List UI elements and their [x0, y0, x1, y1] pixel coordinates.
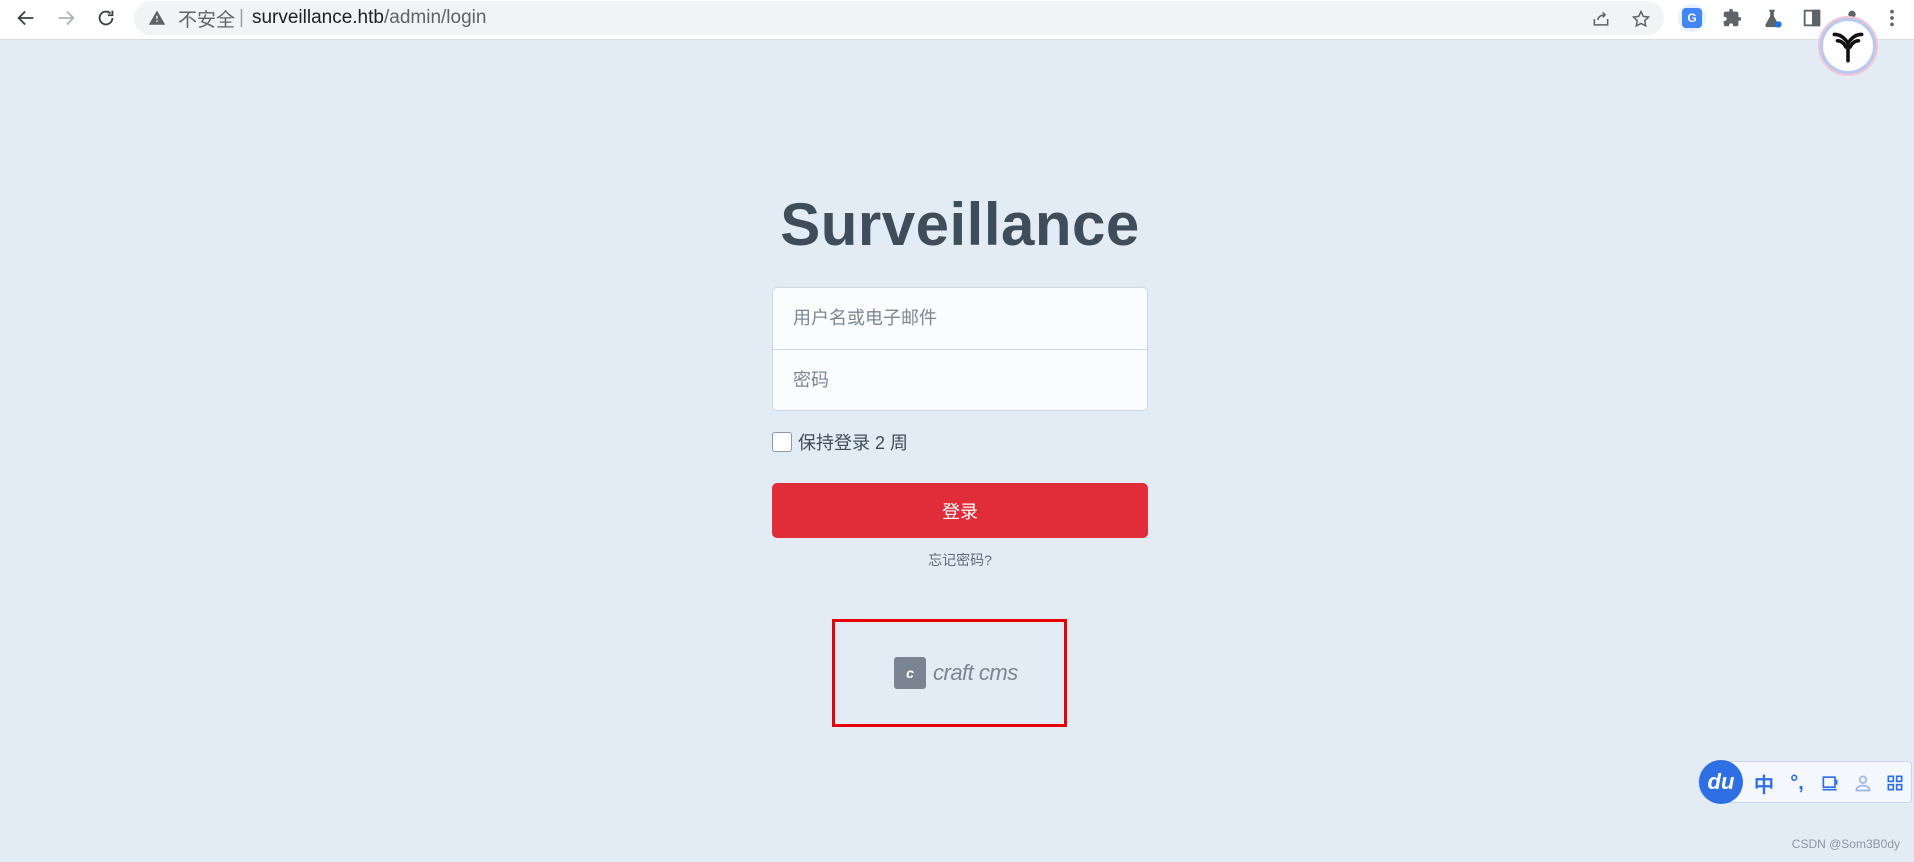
url-host: surveillance.htb	[251, 7, 384, 28]
craft-cms-logo[interactable]: c craft cms	[894, 657, 1018, 689]
ime-punctuation-toggle[interactable]: °,	[1784, 770, 1810, 796]
craft-logo-mark: c	[894, 657, 926, 689]
ime-brand-icon[interactable]: du	[1699, 760, 1743, 804]
separator: |	[239, 7, 244, 28]
ime-grid-icon[interactable]	[1882, 770, 1908, 796]
forgot-password-link[interactable]: 忘记密码?	[772, 550, 1148, 570]
page-title: Surveillance	[780, 191, 1140, 258]
browser-toolbar: 不安全 | surveillance.htb/admin/login G	[0, 0, 1914, 40]
password-input[interactable]	[773, 349, 1147, 410]
ime-mode-toggle[interactable]: 中	[1751, 770, 1777, 797]
menu-kebab-icon[interactable]	[1878, 4, 1906, 32]
ime-user-icon[interactable]	[1850, 770, 1876, 796]
puzzle-icon[interactable]	[1718, 4, 1746, 32]
remember-me[interactable]: 保持登录 2 周	[772, 430, 908, 454]
forward-icon[interactable]	[48, 0, 84, 36]
star-icon[interactable]	[1628, 6, 1654, 32]
floating-extension-icon[interactable]	[1820, 18, 1876, 74]
side-panel-icon[interactable]	[1798, 4, 1826, 32]
address-bar[interactable]: 不安全 | surveillance.htb/admin/login	[134, 1, 1664, 35]
remember-checkbox[interactable]	[772, 432, 792, 452]
login-button[interactable]: 登录	[772, 483, 1148, 538]
craft-logo-wordmark: craft cms	[933, 660, 1018, 685]
security-status[interactable]: 不安全	[178, 5, 235, 32]
translate-icon[interactable]: G	[1678, 4, 1706, 32]
ime-toolbar: du 中 °,	[1698, 760, 1912, 804]
lab-flask-icon[interactable]	[1758, 4, 1786, 32]
username-input[interactable]	[773, 288, 1147, 349]
login-fields	[772, 287, 1148, 411]
back-icon[interactable]	[8, 0, 44, 36]
warning-icon[interactable]	[148, 9, 166, 27]
remember-label: 保持登录 2 周	[798, 433, 909, 453]
share-icon[interactable]	[1588, 6, 1614, 32]
reload-icon[interactable]	[88, 0, 124, 36]
url-path: /admin/login	[383, 7, 487, 28]
ime-keyboard-icon[interactable]	[1817, 770, 1843, 796]
watermark: CSDN @Som3B0dy	[1791, 837, 1900, 851]
